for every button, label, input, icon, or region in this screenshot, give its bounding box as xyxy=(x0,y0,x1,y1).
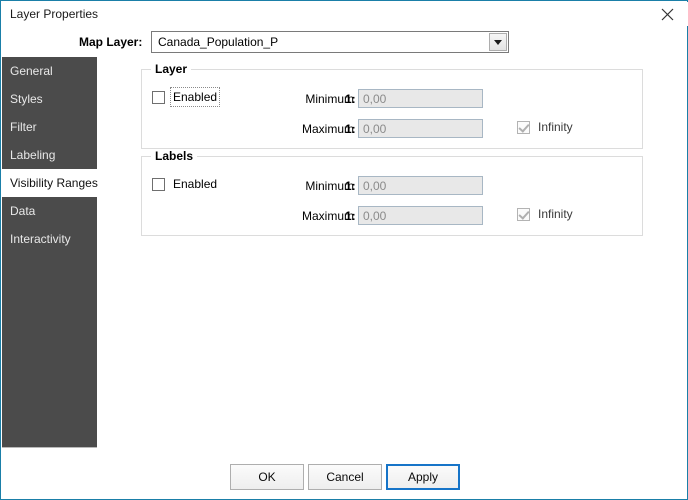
sidebar-item-visibility-ranges[interactable]: Visibility Ranges xyxy=(2,169,98,197)
labels-minimum-label: Minimum xyxy=(305,179,354,193)
layer-maximum-prefix: 1: xyxy=(345,122,356,136)
layer-properties-dialog: Layer Properties Map Layer: Canada_Popul… xyxy=(0,0,688,500)
apply-button[interactable]: Apply xyxy=(386,464,460,490)
labels-groupbox: Labels Enabled Minimum 1: Maximum 1: Inf… xyxy=(141,149,643,236)
labels-infinity-label: Infinity xyxy=(538,207,573,221)
labels-enabled-checkbox[interactable]: Enabled xyxy=(152,177,217,191)
sidebar-item-labeling[interactable]: Labeling xyxy=(2,141,97,169)
labels-maximum-label: Maximum xyxy=(301,209,354,223)
layer-maximum-input[interactable] xyxy=(358,119,483,138)
checkbox-box xyxy=(517,120,530,134)
sidebar-item-data[interactable]: Data xyxy=(2,197,97,225)
checkbox-box xyxy=(152,177,165,191)
map-layer-value: Canada_Population_P xyxy=(158,35,279,49)
sidebar: General Styles Filter Labeling Visibilit… xyxy=(2,57,98,448)
labels-enabled-label: Enabled xyxy=(173,177,218,191)
checkbox-box xyxy=(152,90,165,104)
ok-button[interactable]: OK xyxy=(230,464,304,490)
title-bar: Layer Properties xyxy=(2,2,688,26)
layer-maximum-label: Maximum xyxy=(301,122,354,136)
sidebar-item-interactivity[interactable]: Interactivity xyxy=(2,225,97,253)
labels-group-title: Labels xyxy=(151,149,198,163)
sidebar-item-filter[interactable]: Filter xyxy=(2,113,97,141)
chevron-down-icon[interactable] xyxy=(489,33,507,51)
cancel-button[interactable]: Cancel xyxy=(308,464,382,490)
layer-group-title: Layer xyxy=(151,62,192,76)
layer-groupbox: Layer Enabled Minimum 1: Maximum 1: Infi… xyxy=(141,62,643,149)
layer-minimum-label: Minimum xyxy=(305,92,354,106)
map-layer-label: Map Layer: xyxy=(79,35,143,49)
labels-maximum-input[interactable] xyxy=(358,206,483,225)
sidebar-item-general[interactable]: General xyxy=(2,57,97,85)
window-title: Layer Properties xyxy=(10,7,99,21)
layer-minimum-input[interactable] xyxy=(358,89,483,108)
labels-maximum-prefix: 1: xyxy=(345,209,356,223)
layer-infinity-label: Infinity xyxy=(538,120,573,134)
checkbox-box xyxy=(517,207,530,221)
labels-infinity-checkbox[interactable]: Infinity xyxy=(517,207,573,221)
layer-enabled-label: Enabled xyxy=(169,87,221,107)
caret-shape xyxy=(494,39,502,45)
layer-infinity-checkbox[interactable]: Infinity xyxy=(517,120,573,134)
close-icon[interactable] xyxy=(647,2,687,26)
map-layer-combobox[interactable]: Canada_Population_P xyxy=(151,31,509,53)
sidebar-item-styles[interactable]: Styles xyxy=(2,85,97,113)
layer-minimum-prefix: 1: xyxy=(345,92,356,106)
labels-minimum-prefix: 1: xyxy=(345,179,356,193)
labels-minimum-input[interactable] xyxy=(358,176,483,195)
layer-enabled-checkbox[interactable]: Enabled xyxy=(152,87,221,107)
